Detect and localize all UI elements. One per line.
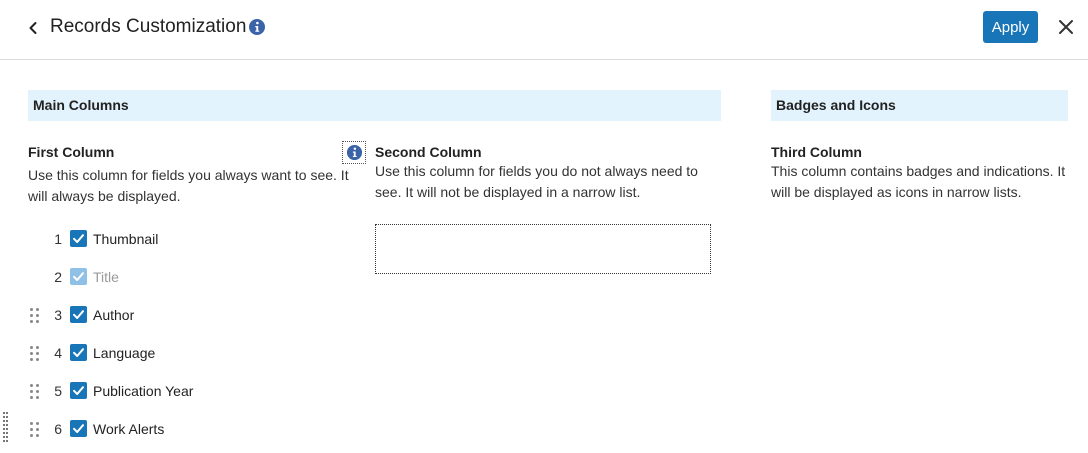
field-label: Publication Year — [93, 383, 194, 399]
checkmark-icon — [73, 348, 84, 357]
checkmark-icon — [73, 386, 84, 395]
field-order-number: 2 — [54, 269, 62, 285]
third-column-title: Third Column — [771, 144, 862, 160]
chevron-left-icon — [29, 22, 37, 34]
checkmark-icon — [73, 424, 84, 433]
field-row: 3 Author — [0, 303, 340, 327]
third-column-desc-line2: will be displayed as icons in narrow lis… — [771, 184, 1022, 200]
first-column-info-button[interactable] — [342, 141, 366, 164]
field-checkbox[interactable] — [70, 420, 87, 437]
field-label: Language — [93, 345, 156, 361]
checkmark-icon — [73, 310, 84, 319]
section-badges-icons: Badges and Icons — [771, 90, 1068, 121]
checkmark-icon — [73, 234, 84, 243]
field-row: 1 Thumbnail — [0, 227, 340, 251]
field-row: 4 Language — [0, 341, 340, 365]
second-column-desc-line1: Use this column for fields you do not al… — [375, 163, 698, 179]
field-order-number: 5 — [54, 383, 62, 399]
field-row: 6 Work Alerts — [0, 417, 340, 441]
drag-handle-icon[interactable] — [30, 308, 40, 324]
field-row: 2 Title — [0, 265, 340, 289]
field-label: Author — [93, 307, 135, 323]
page-title: Records Customization — [50, 16, 247, 37]
close-icon — [1059, 20, 1073, 34]
page-header: Records Customization Apply — [0, 0, 1088, 60]
drag-handle-icon[interactable] — [30, 422, 40, 438]
apply-button[interactable]: Apply — [983, 11, 1038, 43]
field-label: Title — [93, 269, 119, 285]
drag-handle-icon[interactable] — [30, 346, 40, 362]
second-column-desc-line2: see. It will not be displayed in a narro… — [375, 184, 641, 200]
third-column-desc-line1: This column contains badges and indicati… — [771, 163, 1066, 179]
first-column-desc-line2: will always be displayed. — [28, 188, 181, 204]
field-row: 5 Publication Year — [0, 379, 340, 403]
field-order-number: 3 — [54, 307, 62, 323]
field-checkbox[interactable] — [70, 230, 87, 247]
close-button[interactable] — [1055, 16, 1077, 38]
checkmark-icon — [73, 272, 84, 281]
field-label: Work Alerts — [93, 421, 165, 437]
info-icon[interactable] — [248, 18, 266, 36]
back-button[interactable] — [22, 14, 44, 42]
field-checkbox[interactable] — [70, 306, 87, 323]
first-column-desc-line1: Use this column for fields you always wa… — [28, 167, 349, 183]
drag-handle-icon[interactable] — [30, 384, 40, 400]
field-order-number: 1 — [54, 231, 62, 247]
first-column-title: First Column — [28, 144, 115, 160]
field-checkbox — [70, 268, 87, 285]
info-icon — [346, 144, 362, 161]
field-checkbox[interactable] — [70, 382, 87, 399]
field-label: Thumbnail — [93, 231, 159, 247]
field-checkbox[interactable] — [70, 344, 87, 361]
second-column-title: Second Column — [375, 144, 482, 160]
section-main-columns: Main Columns — [28, 90, 721, 121]
field-order-number: 4 — [54, 345, 62, 361]
second-column-drop-zone[interactable] — [375, 224, 711, 274]
field-order-number: 6 — [54, 421, 62, 437]
resize-grip[interactable] — [3, 412, 9, 442]
